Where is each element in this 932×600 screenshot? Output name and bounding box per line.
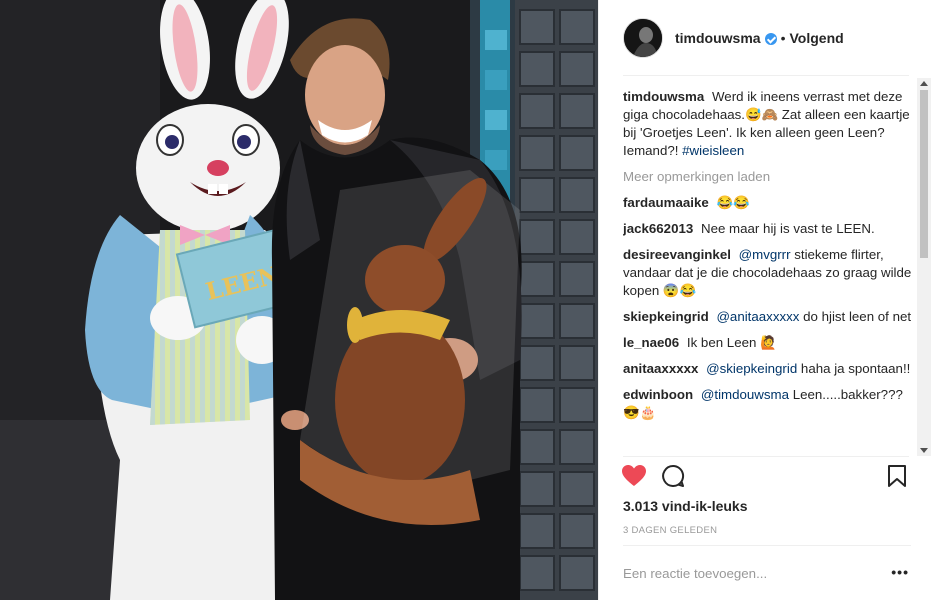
author-avatar[interactable]: [623, 17, 663, 58]
comment-username[interactable]: fardaumaaike: [623, 195, 709, 210]
comment-item: desireevanginkel @mvgrrr stiekeme flirte…: [623, 246, 913, 300]
scroll-down-arrow-icon[interactable]: [920, 448, 928, 453]
comment-text: do hjist leen of net: [803, 309, 912, 324]
more-options-icon[interactable]: •••: [891, 565, 909, 579]
comment-button[interactable]: [661, 464, 685, 493]
comment-item: skiepkeingrid @anitaaxxxxx do hjist leen…: [623, 308, 913, 326]
divider: [623, 456, 909, 457]
likes-count[interactable]: 3.013 vind-ik-leuks: [623, 498, 748, 514]
post-details-panel: timdouwsma • Volgend timdouwsma Werd ik …: [598, 0, 932, 600]
author-username[interactable]: timdouwsma: [675, 30, 761, 46]
scroll-up-arrow-icon[interactable]: [920, 81, 928, 86]
comment-mention[interactable]: @timdouwsma: [701, 387, 789, 402]
post-timestamp: 3 DAGEN GELEDEN: [623, 525, 718, 536]
comment-text: 😂😂: [716, 195, 750, 210]
heart-icon: [622, 465, 646, 486]
comment-text: Ik ben Leen 🙋: [686, 335, 777, 350]
add-comment-section: •••: [623, 545, 911, 600]
comment-mention[interactable]: @anitaaxxxxx: [716, 309, 799, 324]
avatar-image: [624, 18, 662, 57]
comment-item: le_nae06 Ik ben Leen 🙋: [623, 334, 913, 352]
bookmark-icon: [888, 465, 906, 487]
comment-username[interactable]: anitaaxxxxx: [623, 361, 698, 376]
comment-item: jack662013 Nee maar hij is vast te LEEN.: [623, 220, 913, 238]
header-separator: •: [780, 29, 786, 46]
caption-username[interactable]: timdouwsma: [623, 89, 704, 104]
verified-badge-icon: [764, 32, 777, 45]
comment-icon: [662, 464, 685, 487]
comments-list[interactable]: timdouwsma Werd ik ineens verrast met de…: [623, 88, 913, 456]
comment-item: anitaaxxxxx @skiepkeingrid haha ja spont…: [623, 360, 913, 378]
comment-item: edwinboon @timdouwsma Leen.....bakker???…: [623, 386, 913, 422]
scrollbar-thumb[interactable]: [920, 90, 928, 258]
comment-mention[interactable]: @mvgrrr: [739, 247, 791, 262]
post-photo[interactable]: LEEN: [0, 0, 598, 600]
following-button[interactable]: Volgend: [789, 30, 843, 46]
comment-mention[interactable]: @skiepkeingrid: [706, 361, 797, 376]
save-button[interactable]: [887, 464, 907, 493]
comments-scrollbar[interactable]: [917, 78, 931, 456]
post-header: timdouwsma • Volgend: [599, 0, 932, 76]
like-button[interactable]: [621, 464, 647, 493]
comment-text: Nee maar hij is vast te LEEN.: [700, 221, 875, 236]
comment-username[interactable]: skiepkeingrid: [623, 309, 709, 324]
comment-username[interactable]: le_nae06: [623, 335, 679, 350]
comment-username[interactable]: edwinboon: [623, 387, 693, 402]
add-comment-input[interactable]: [623, 565, 873, 581]
caption: timdouwsma Werd ik ineens verrast met de…: [623, 88, 913, 160]
load-more-comments-link[interactable]: Meer opmerkingen laden: [623, 168, 913, 186]
photo-illustration: LEEN: [0, 0, 598, 600]
comment-text: haha ja spontaan!!: [800, 361, 911, 376]
comment-item: fardaumaaike 😂😂: [623, 194, 913, 212]
caption-hashtag[interactable]: #wieisleen: [682, 143, 744, 158]
action-bar: [621, 464, 913, 492]
comment-username[interactable]: jack662013: [623, 221, 693, 236]
comment-username[interactable]: desireevanginkel: [623, 247, 731, 262]
